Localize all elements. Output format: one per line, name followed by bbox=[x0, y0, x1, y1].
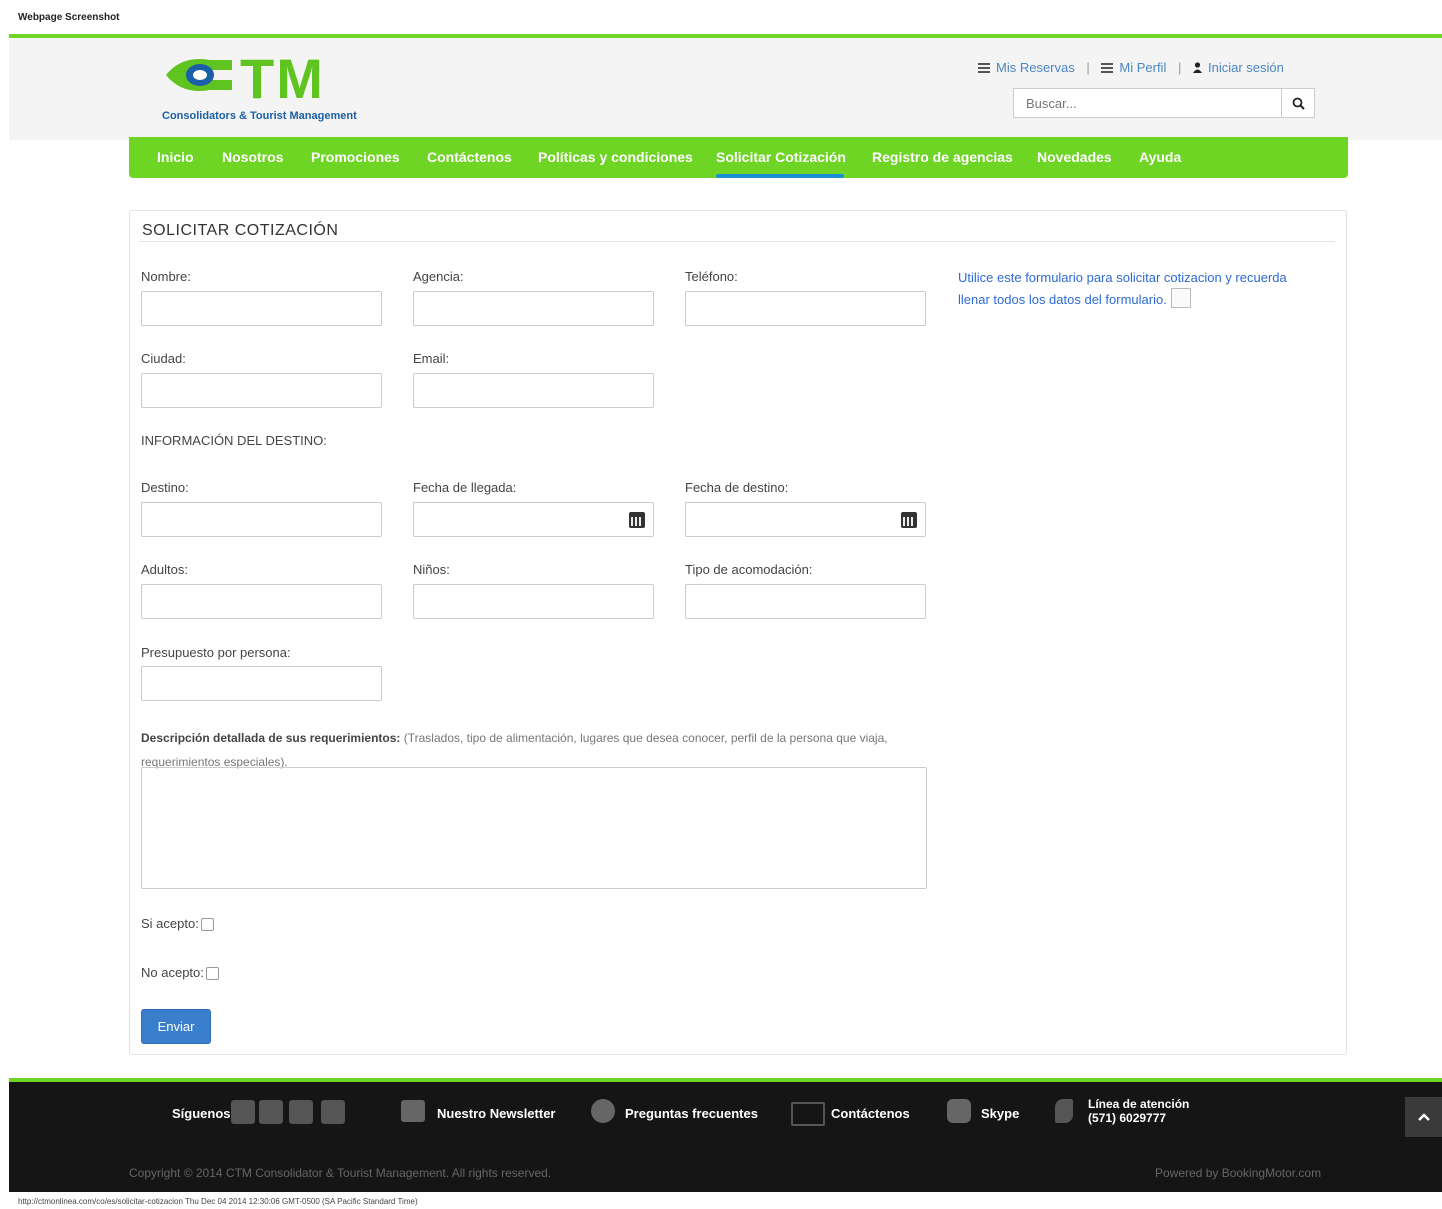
destino-input[interactable] bbox=[142, 503, 385, 538]
presupuesto-field[interactable] bbox=[141, 666, 385, 702]
nav-registro-agencias[interactable]: Registro de agencias bbox=[872, 149, 1013, 165]
list-icon bbox=[1101, 63, 1114, 73]
acomodacion-field[interactable] bbox=[685, 584, 929, 620]
faq-link[interactable]: Preguntas frecuentes bbox=[625, 1106, 758, 1121]
phone-icon bbox=[1055, 1099, 1073, 1123]
nombre-input[interactable] bbox=[142, 292, 385, 327]
nav-inicio[interactable]: Inicio bbox=[157, 149, 194, 165]
scroll-to-top-button[interactable] bbox=[1405, 1097, 1442, 1137]
search-box bbox=[1013, 88, 1288, 118]
ninos-input[interactable] bbox=[414, 585, 657, 620]
agencia-label: Agencia: bbox=[413, 269, 464, 284]
fecha-llegada-field[interactable] bbox=[413, 502, 654, 537]
fecha-destino-field[interactable] bbox=[685, 502, 926, 537]
adultos-label: Adultos: bbox=[141, 562, 188, 577]
linkedin-icon[interactable] bbox=[321, 1100, 345, 1124]
adultos-input[interactable] bbox=[142, 585, 385, 620]
mis-reservas-link[interactable]: Mis Reservas bbox=[996, 60, 1075, 75]
destino-section-heading: INFORMACIÓN DEL DESTINO: bbox=[141, 433, 327, 448]
logo-text[interactable]: TM bbox=[240, 46, 325, 111]
site-footer: Síguenos Nuestro Newsletter Preguntas fr… bbox=[9, 1078, 1442, 1192]
email-field[interactable] bbox=[413, 373, 657, 409]
google-plus-icon[interactable] bbox=[259, 1100, 283, 1124]
skype-link[interactable]: Skype bbox=[981, 1106, 1019, 1121]
ninos-label: Niños: bbox=[413, 562, 450, 577]
descripcion-textarea[interactable] bbox=[141, 767, 930, 892]
descripcion-input[interactable] bbox=[142, 768, 930, 892]
siguenos-label: Síguenos bbox=[172, 1106, 231, 1121]
nav-active-indicator bbox=[716, 174, 844, 178]
nav-promociones[interactable]: Promociones bbox=[311, 149, 400, 165]
acomodacion-input[interactable] bbox=[686, 585, 929, 620]
acomodacion-label: Tipo de acomodación: bbox=[685, 562, 813, 577]
si-acepto-checkbox[interactable] bbox=[200, 918, 214, 932]
user-icon bbox=[1192, 62, 1202, 73]
telefono-input[interactable] bbox=[686, 292, 929, 327]
no-acepto-row: No acepto: bbox=[141, 965, 219, 981]
skype-icon bbox=[947, 1099, 971, 1123]
submit-button[interactable]: Enviar bbox=[141, 1009, 211, 1044]
footer-contact-link[interactable]: Contáctenos bbox=[831, 1106, 910, 1121]
list-icon bbox=[978, 63, 990, 73]
ciudad-label: Ciudad: bbox=[141, 351, 186, 366]
presupuesto-label: Presupuesto por persona: bbox=[141, 645, 291, 660]
form-instructions: Utilice este formulario para solicitar c… bbox=[958, 270, 1287, 308]
frame-footer: http://ctmonlinea.com/co/es/solicitar-co… bbox=[18, 1197, 418, 1206]
search-icon bbox=[1292, 97, 1305, 110]
nav-politicas[interactable]: Políticas y condiciones bbox=[538, 149, 693, 165]
ciudad-input[interactable] bbox=[142, 374, 385, 409]
copyright-text: Copyright © 2014 CTM Consolidator & Tour… bbox=[129, 1166, 552, 1180]
agencia-input[interactable] bbox=[414, 292, 657, 327]
linea-label: Línea de atención bbox=[1088, 1097, 1190, 1111]
search-button[interactable] bbox=[1281, 88, 1315, 118]
fecha-llegada-label: Fecha de llegada: bbox=[413, 480, 517, 495]
question-icon bbox=[591, 1099, 615, 1123]
no-acepto-checkbox[interactable] bbox=[205, 967, 219, 981]
form-panel bbox=[129, 210, 1347, 1055]
mail-icon bbox=[791, 1102, 825, 1126]
phone-number: (571) 6029777 bbox=[1088, 1111, 1167, 1125]
page-title: SOLICITAR COTIZACIÓN bbox=[142, 222, 339, 239]
twitter-icon[interactable] bbox=[289, 1100, 313, 1124]
agencia-field[interactable] bbox=[413, 291, 657, 327]
chevron-up-icon bbox=[1417, 1113, 1430, 1121]
nav-novedades[interactable]: Novedades bbox=[1037, 149, 1112, 165]
fecha-destino-label: Fecha de destino: bbox=[685, 480, 789, 495]
presupuesto-input[interactable] bbox=[142, 667, 385, 702]
telefono-label: Teléfono: bbox=[685, 269, 738, 284]
broken-image-icon bbox=[1170, 288, 1191, 308]
logo-icon bbox=[166, 59, 232, 91]
email-input[interactable] bbox=[414, 374, 657, 409]
nav-nosotros[interactable]: Nosotros bbox=[222, 149, 283, 165]
telefono-field[interactable] bbox=[685, 291, 929, 327]
powered-by-link[interactable]: Powered by BookingMotor.com bbox=[1155, 1166, 1321, 1180]
search-input[interactable] bbox=[1014, 89, 1288, 117]
divider bbox=[139, 241, 1335, 242]
ninos-field[interactable] bbox=[413, 584, 657, 620]
calendar-icon[interactable] bbox=[629, 512, 645, 528]
destino-field[interactable] bbox=[141, 502, 385, 538]
login-link[interactable]: Iniciar sesión bbox=[1208, 60, 1284, 75]
top-links: Mis Reservas | Mi Perfil | Iniciar sesió… bbox=[978, 60, 1284, 75]
home-icon bbox=[401, 1100, 425, 1122]
main-nav: Inicio Nosotros Promociones Contáctenos … bbox=[129, 137, 1348, 178]
si-acepto-row: Si acepto: bbox=[141, 916, 214, 932]
nav-solicitar-cotizacion[interactable]: Solicitar Cotización bbox=[716, 149, 846, 165]
destino-label: Destino: bbox=[141, 480, 189, 495]
nombre-label: Nombre: bbox=[141, 269, 191, 284]
calendar-icon[interactable] bbox=[901, 512, 917, 528]
screenshot-label: Webpage Screenshot bbox=[18, 12, 120, 23]
logo-subtitle: Consolidators & Tourist Management bbox=[162, 110, 357, 122]
newsletter-link[interactable]: Nuestro Newsletter bbox=[437, 1106, 555, 1121]
nav-contactenos[interactable]: Contáctenos bbox=[427, 149, 512, 165]
facebook-icon[interactable] bbox=[231, 1100, 255, 1124]
nombre-field[interactable] bbox=[141, 291, 385, 327]
nav-ayuda[interactable]: Ayuda bbox=[1139, 149, 1181, 165]
mi-perfil-link[interactable]: Mi Perfil bbox=[1119, 60, 1166, 75]
adultos-field[interactable] bbox=[141, 584, 385, 620]
ciudad-field[interactable] bbox=[141, 373, 385, 409]
email-label: Email: bbox=[413, 351, 450, 366]
